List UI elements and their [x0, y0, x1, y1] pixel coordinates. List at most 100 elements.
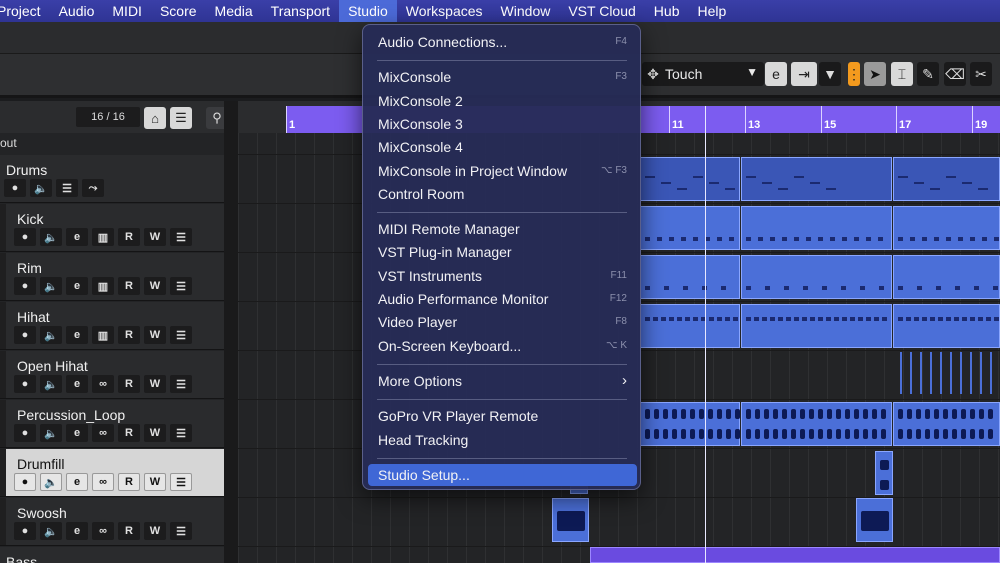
menu-item-midi-remote-manager[interactable]: MIDI Remote Manager [368, 218, 637, 240]
menu-item-mixconsole[interactable]: MixConsole F3 [368, 66, 637, 88]
read-automation-button[interactable]: R [118, 522, 140, 540]
write-automation-button[interactable]: W [144, 424, 166, 442]
menu-help[interactable]: Help [688, 0, 735, 22]
track-swoosh[interactable]: Swoosh ● 🔈 e ∞ R W ☰ [0, 498, 224, 546]
draw-tool-icon[interactable]: ✎ [917, 62, 939, 86]
menu-item-vst-plug-in-manager[interactable]: VST Plug-in Manager [368, 241, 637, 263]
track-drumfill[interactable]: Drumfill ● 🔈 e ∞ R W ☰ [0, 449, 224, 497]
menu-item-on-screen-keyboard[interactable]: On-Screen Keyboard... ⌥ K [368, 335, 637, 357]
piano-icon[interactable]: ▥ [92, 326, 114, 344]
pointer-tool-icon[interactable]: ➤ [864, 62, 886, 86]
track-rim[interactable]: Rim ● 🔈 e ▥ R W ☰ [0, 253, 224, 301]
loop-icon[interactable]: ∞ [92, 473, 114, 491]
track-percussion-loop[interactable]: Percussion_Loop ● 🔈 e ∞ R W ☰ [0, 400, 224, 448]
write-automation-button[interactable]: W [144, 277, 166, 295]
list-icon[interactable]: ☰ [56, 179, 78, 197]
menu-transport[interactable]: Transport [262, 0, 339, 22]
list-icon[interactable]: ☰ [170, 228, 192, 246]
list-icon[interactable]: ☰ [170, 375, 192, 393]
menu-audio[interactable]: Audio [50, 0, 104, 22]
rim-event[interactable] [893, 255, 1000, 299]
piano-icon[interactable]: ▥ [92, 228, 114, 246]
percussion-loop-event[interactable] [640, 402, 740, 446]
bass-event[interactable] [590, 547, 1000, 563]
write-automation-button[interactable]: W [144, 375, 166, 393]
read-automation-button[interactable]: R [118, 326, 140, 344]
rim-event[interactable] [741, 255, 892, 299]
hihat-event[interactable] [640, 304, 740, 348]
menu-studio[interactable]: Studio [339, 0, 397, 22]
menu-item-audio-connections[interactable]: Audio Connections... F4 [368, 31, 637, 53]
drums-folder-event[interactable] [741, 157, 892, 201]
track-bass[interactable]: Bass [0, 547, 224, 563]
menu-hub[interactable]: Hub [645, 0, 689, 22]
edit-instrument-button[interactable]: e [66, 473, 88, 491]
drumfill-event[interactable] [875, 451, 893, 495]
menu-item-studio-setup[interactable]: Studio Setup... [368, 463, 637, 486]
swoosh-event[interactable] [856, 498, 893, 542]
menu-item-mixconsole-in-project-window[interactable]: MixConsole in Project Window ⌥ F3 [368, 160, 637, 182]
toolbar-divider-icon[interactable]: ⋮ [847, 62, 861, 86]
mute-button[interactable]: ● [14, 228, 36, 246]
list-icon[interactable]: ☰ [170, 107, 192, 129]
menu-item-control-room[interactable]: Control Room [368, 183, 637, 205]
swoosh-event[interactable] [552, 498, 589, 542]
menu-media[interactable]: Media [206, 0, 262, 22]
write-automation-button[interactable]: W [144, 522, 166, 540]
list-icon[interactable]: ☰ [170, 522, 192, 540]
piano-icon[interactable]: ▥ [92, 277, 114, 295]
mute-button[interactable]: ● [14, 326, 36, 344]
monitor-icon[interactable]: 🔈 [40, 228, 62, 246]
mute-button[interactable]: ● [14, 473, 36, 491]
loop-icon[interactable]: ∞ [92, 375, 114, 393]
read-automation-button[interactable]: R [118, 277, 140, 295]
write-automation-button[interactable]: W [144, 326, 166, 344]
menu-score[interactable]: Score [151, 0, 206, 22]
percussion-loop-event[interactable] [741, 402, 892, 446]
monitor-icon[interactable]: 🔈 [40, 375, 62, 393]
menu-window[interactable]: Window [492, 0, 560, 22]
menu-project[interactable]: Project [0, 0, 50, 22]
track-drums[interactable]: Drums ● 🔈 ☰ ⤳ [0, 155, 224, 203]
list-icon[interactable]: ☰ [170, 424, 192, 442]
monitor-icon[interactable]: 🔈 [40, 473, 62, 491]
list-icon[interactable]: ☰ [170, 277, 192, 295]
menu-workspaces[interactable]: Workspaces [397, 0, 492, 22]
monitor-icon[interactable]: 🔈 [40, 326, 62, 344]
menu-item-more-options[interactable]: More Options › [368, 370, 637, 392]
project-cursor[interactable] [705, 106, 706, 563]
edit-instrument-button[interactable]: e [66, 424, 88, 442]
write-automation-button[interactable]: W [144, 473, 166, 491]
edit-instrument-button[interactable]: e [66, 277, 88, 295]
track-hihat[interactable]: Hihat ● 🔈 e ▥ R W ☰ [0, 302, 224, 350]
list-icon[interactable]: ☰ [170, 326, 192, 344]
monitor-icon[interactable]: 🔈 [40, 277, 62, 295]
menu-item-vst-instruments[interactable]: VST Instruments F11 [368, 265, 637, 287]
folder-icon[interactable]: ⤳ [82, 179, 104, 197]
monitor-icon[interactable]: 🔈 [30, 179, 52, 197]
snap-icon[interactable]: ⇥ [791, 62, 817, 86]
mute-button[interactable]: ● [14, 277, 36, 295]
split-tool-icon[interactable]: ✂ [970, 62, 992, 86]
list-icon[interactable]: ☰ [170, 473, 192, 491]
menu-item-video-player[interactable]: Video Player F8 [368, 311, 637, 333]
read-automation-button[interactable]: R [118, 424, 140, 442]
mute-button[interactable]: ● [4, 179, 26, 197]
menu-item-head-tracking[interactable]: Head Tracking [368, 429, 637, 451]
menu-midi[interactable]: MIDI [103, 0, 151, 22]
eraser-tool-icon[interactable]: ⌫ [944, 62, 966, 86]
read-automation-button[interactable]: R [118, 375, 140, 393]
edit-instrument-button[interactable]: e [66, 228, 88, 246]
edit-instrument-button[interactable]: e [66, 375, 88, 393]
menu-item-gopro-vr-player-remote[interactable]: GoPro VR Player Remote [368, 405, 637, 427]
kick-event[interactable] [741, 206, 892, 250]
loop-icon[interactable]: ∞ [92, 424, 114, 442]
track-kick[interactable]: Kick ● 🔈 e ▥ R W ☰ [0, 204, 224, 252]
automation-mode-select[interactable]: Touch ▼ [659, 62, 764, 86]
edit-icon[interactable]: e [765, 62, 787, 86]
monitor-icon[interactable]: 🔈 [40, 522, 62, 540]
chevron-down-icon[interactable]: ▼ [819, 62, 841, 86]
read-automation-button[interactable]: R [118, 473, 140, 491]
write-automation-button[interactable]: W [144, 228, 166, 246]
read-automation-button[interactable]: R [118, 228, 140, 246]
